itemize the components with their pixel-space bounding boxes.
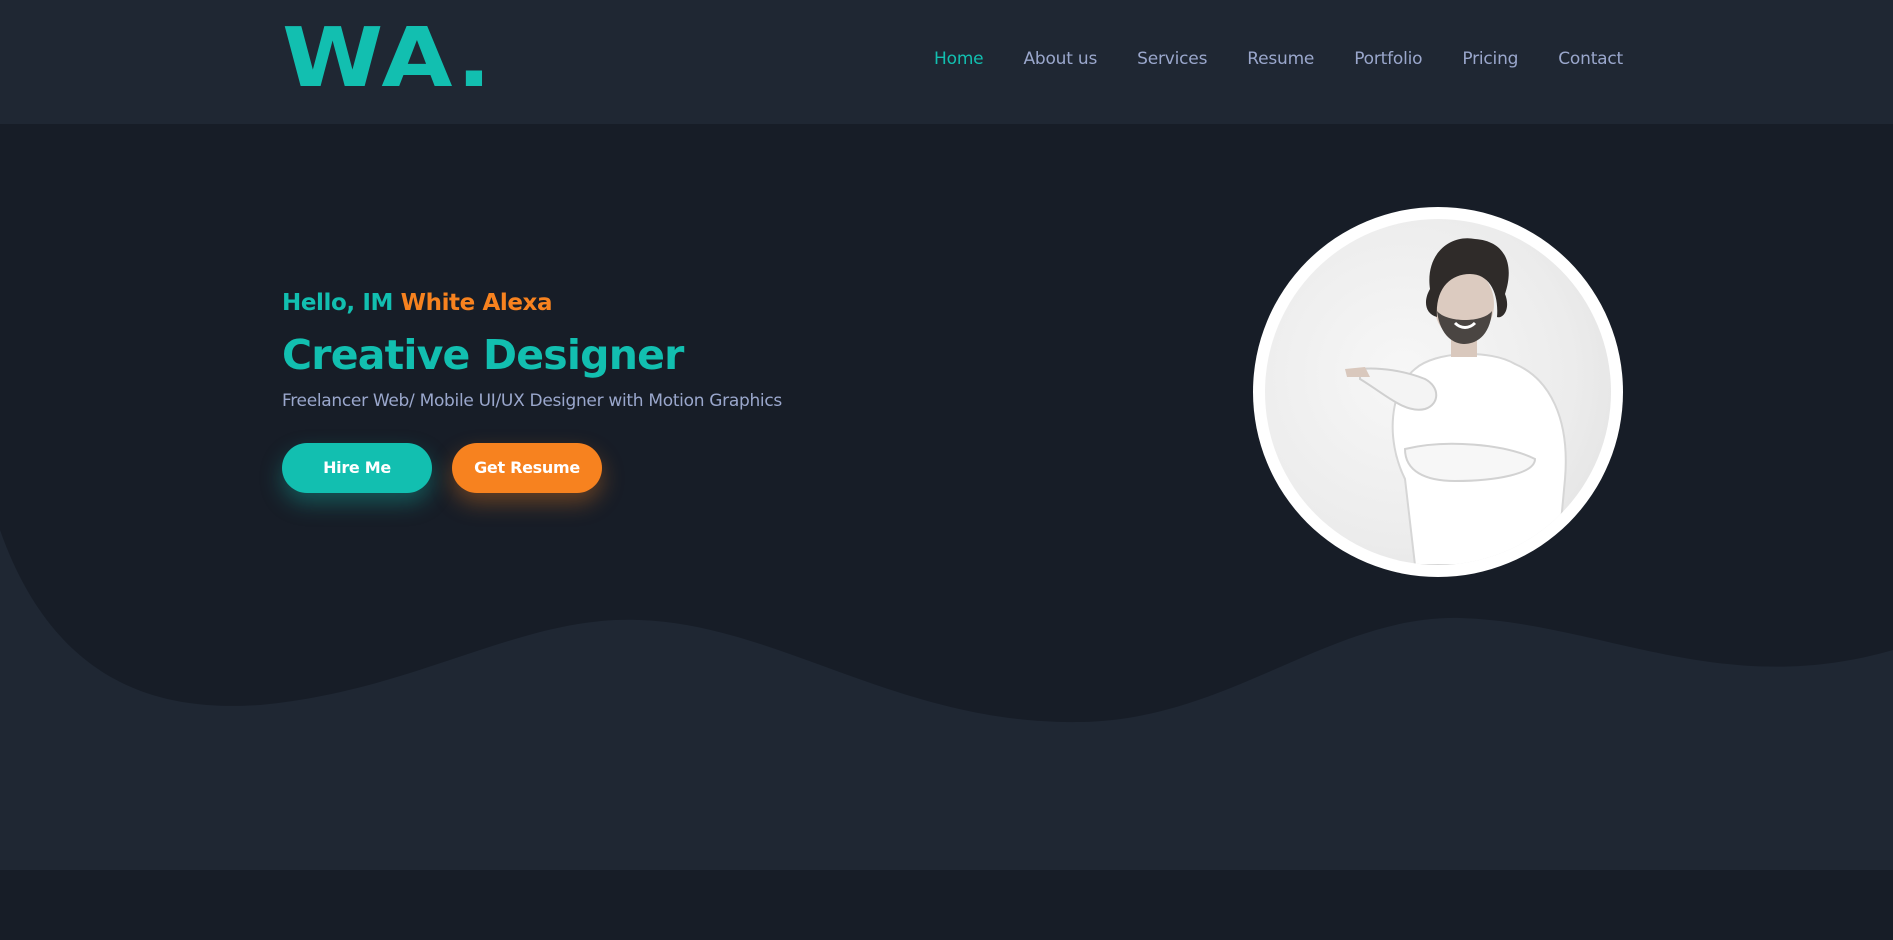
logo-text: WA: [282, 11, 457, 106]
greeting-name: White Alexa: [400, 290, 553, 316]
brand-logo[interactable]: WA.: [282, 18, 494, 100]
profile-photo-icon: [1265, 219, 1611, 565]
hero-buttons: Hire Me Get Resume: [282, 442, 782, 493]
nav-item-home[interactable]: Home: [934, 49, 984, 69]
profile-avatar: [1253, 207, 1623, 577]
hero-section: Hello, IM White Alexa Creative Designer …: [282, 290, 782, 493]
page: WA. Home About us Services Resume Portfo…: [0, 0, 1893, 940]
nav-item-contact[interactable]: Contact: [1558, 49, 1623, 69]
greeting-prefix: Hello, IM: [282, 290, 394, 316]
nav-item-pricing[interactable]: Pricing: [1462, 49, 1518, 69]
nav-item-portfolio[interactable]: Portfolio: [1354, 49, 1422, 69]
get-resume-button[interactable]: Get Resume: [452, 442, 602, 493]
nav-item-about[interactable]: About us: [1023, 49, 1097, 69]
logo-dot: .: [456, 11, 494, 106]
hero-title: Creative Designer: [282, 330, 684, 379]
site-header: WA. Home About us Services Resume Portfo…: [0, 0, 1893, 124]
hero-subtitle: Freelancer Web/ Mobile UI/UX Designer wi…: [282, 390, 782, 411]
footer-band: [0, 870, 1893, 940]
nav-item-resume[interactable]: Resume: [1247, 49, 1314, 69]
main-nav: Home About us Services Resume Portfolio …: [934, 49, 1623, 69]
hero-greeting: Hello, IM White Alexa: [282, 290, 782, 318]
hire-me-button[interactable]: Hire Me: [282, 442, 432, 493]
nav-item-services[interactable]: Services: [1137, 49, 1207, 69]
